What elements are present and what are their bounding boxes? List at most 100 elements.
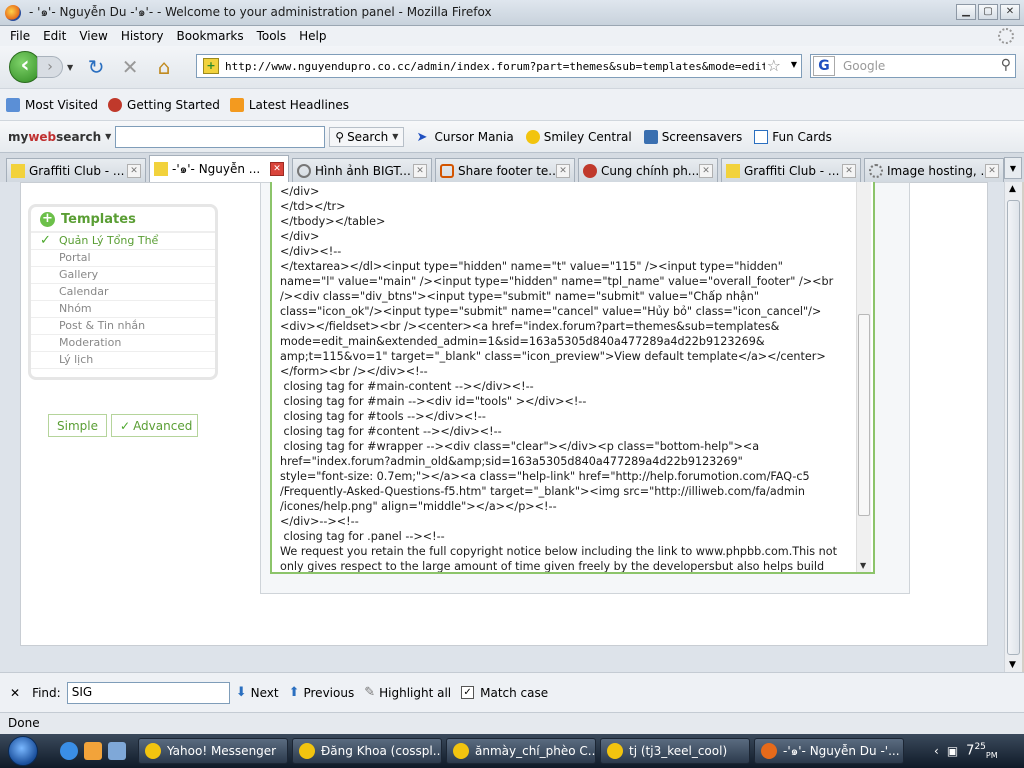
menu-help[interactable]: Help bbox=[299, 29, 326, 43]
firefox-icon bbox=[5, 4, 21, 21]
menu-item-post-tin-nhan[interactable]: Post & Tin nhắn bbox=[31, 318, 215, 335]
simple-mode-button[interactable]: Simple bbox=[48, 414, 107, 437]
menu-item-ly-lich[interactable]: Lý lịch bbox=[31, 352, 215, 369]
page-scrollbar[interactable]: ▲ ▼ bbox=[1004, 182, 1022, 672]
media-player-icon[interactable] bbox=[84, 742, 102, 760]
reload-icon[interactable]: ↻ bbox=[85, 56, 107, 78]
firefox-icon bbox=[761, 743, 777, 759]
page-scroll-thumb[interactable] bbox=[1007, 200, 1020, 655]
menu-item-calendar[interactable]: Calendar bbox=[31, 284, 215, 301]
scroll-down-icon[interactable]: ▼ bbox=[1009, 660, 1016, 670]
mywebsearch-dropdown-icon[interactable]: ▼ bbox=[105, 132, 111, 141]
fun-cards-link[interactable]: Fun Cards bbox=[754, 129, 832, 144]
menu-file[interactable]: File bbox=[10, 29, 30, 43]
menu-edit[interactable]: Edit bbox=[43, 29, 66, 43]
bookmarks-toolbar: Most Visited Getting Started Latest Head… bbox=[0, 88, 1024, 120]
task-anmay[interactable]: ănmày_chí_phèo C... bbox=[446, 738, 596, 764]
web-search-box[interactable]: G Google ⚲ bbox=[810, 54, 1016, 78]
system-tray: ‹ ▣ 725PM bbox=[928, 734, 1024, 768]
minimize-button[interactable]: ▁ bbox=[956, 4, 976, 20]
show-desktop-icon[interactable] bbox=[108, 742, 126, 760]
menu-item-gallery[interactable]: Gallery bbox=[31, 267, 215, 284]
close-find-bar-icon[interactable]: ✕ bbox=[10, 686, 20, 700]
ie-icon[interactable] bbox=[60, 742, 78, 760]
bookmark-label: Getting Started bbox=[127, 97, 220, 112]
textarea-scrollbar[interactable]: ▼ bbox=[856, 182, 871, 572]
close-tab-icon[interactable]: ✕ bbox=[270, 162, 284, 176]
close-tab-icon[interactable]: ✕ bbox=[127, 163, 141, 178]
home-icon[interactable]: ⌂ bbox=[153, 56, 175, 78]
task-tj[interactable]: tj (tj3_keel_cool) bbox=[600, 738, 750, 764]
find-next-button[interactable]: ⬇ Next bbox=[236, 685, 279, 700]
throbber-icon bbox=[998, 28, 1014, 44]
close-tab-icon[interactable]: ✕ bbox=[413, 163, 427, 178]
template-code[interactable]: </div> </td></tr> </tbody></table> </div… bbox=[272, 182, 873, 572]
menu-history[interactable]: History bbox=[121, 29, 164, 43]
close-tab-icon[interactable]: ✕ bbox=[842, 163, 856, 178]
close-tab-icon[interactable]: ✕ bbox=[699, 163, 713, 178]
match-case-checkbox[interactable]: ✓ Match case bbox=[461, 686, 548, 700]
checkbox-checked-icon[interactable]: ✓ bbox=[461, 686, 475, 699]
highlight-all-button[interactable]: ✎ Highlight all bbox=[364, 685, 451, 700]
tab-nguyen-du[interactable]: -'๑'- Nguyễn ... ✕ bbox=[149, 155, 289, 182]
loading-icon bbox=[869, 163, 883, 178]
scroll-up-icon[interactable]: ▲ bbox=[1009, 184, 1016, 194]
task-firefox[interactable]: -'๑'- Nguyễn Du -'... bbox=[754, 738, 904, 764]
tab-cung-chinh[interactable]: Cung chính ph... ✕ bbox=[578, 158, 718, 182]
tab-share-footer[interactable]: Share footer te... ✕ bbox=[435, 158, 575, 182]
scroll-down-icon[interactable]: ▼ bbox=[860, 561, 866, 570]
bookmark-latest-headlines[interactable]: Latest Headlines bbox=[229, 97, 349, 112]
task-dang-khoa[interactable]: Đăng Khoa (cosspl... bbox=[292, 738, 442, 764]
url-text[interactable]: http://www.nguyendupro.co.cc/admin/index… bbox=[225, 60, 765, 73]
find-input[interactable]: SIG bbox=[66, 681, 230, 704]
smiley-central-link[interactable]: Smiley Central bbox=[525, 129, 632, 144]
stop-icon[interactable]: ✕ bbox=[119, 56, 141, 78]
mywebsearch-input[interactable] bbox=[115, 125, 326, 148]
list-all-tabs-button[interactable]: ▼ bbox=[1004, 157, 1022, 179]
close-tab-icon[interactable]: ✕ bbox=[556, 163, 570, 178]
task-yahoo-messenger[interactable]: Yahoo! Messenger bbox=[138, 738, 288, 764]
menu-bookmarks[interactable]: Bookmarks bbox=[177, 29, 244, 43]
start-button[interactable] bbox=[0, 734, 46, 768]
url-dropdown-icon[interactable]: ▼ bbox=[791, 60, 797, 69]
textarea-scroll-thumb[interactable] bbox=[858, 314, 870, 516]
bookmark-getting-started[interactable]: Getting Started bbox=[108, 97, 220, 112]
tab-image-hosting[interactable]: Image hosting, ... ✕ bbox=[864, 158, 1004, 182]
search-icon[interactable]: ⚲ bbox=[1001, 57, 1011, 73]
close-window-button[interactable]: ✕ bbox=[1000, 4, 1020, 20]
folder-icon bbox=[6, 97, 20, 112]
tab-graffiti-club[interactable]: Graffiti Club - ... ✕ bbox=[6, 158, 146, 182]
close-tab-icon[interactable]: ✕ bbox=[985, 163, 999, 178]
menu-item-moderation[interactable]: Moderation bbox=[31, 335, 215, 352]
tab-hinh-anh[interactable]: Hình ảnh BIGT... ✕ bbox=[292, 158, 432, 182]
template-textarea[interactable]: </div> </td></tr> </tbody></table> </div… bbox=[270, 182, 875, 574]
cursor-mania-link[interactable]: ➤ Cursor Mania bbox=[416, 130, 513, 145]
find-previous-button[interactable]: ⬆ Previous bbox=[289, 685, 355, 700]
mywebsearch-search-button[interactable]: ⚲ Search ▼ bbox=[329, 126, 405, 147]
show-hidden-icons-icon[interactable]: ‹ bbox=[934, 744, 939, 758]
bookmark-star-icon[interactable]: ☆ bbox=[767, 56, 781, 75]
network-icon[interactable]: ▣ bbox=[947, 744, 958, 758]
menu-item-quan-ly-tong-the[interactable]: ✓ Quản Lý Tổng Thể bbox=[31, 233, 215, 250]
maximize-button[interactable]: ▢ bbox=[978, 4, 998, 20]
menu-item-portal[interactable]: Portal bbox=[31, 250, 215, 267]
menu-tools[interactable]: Tools bbox=[257, 29, 287, 43]
search-placeholder[interactable]: Google bbox=[843, 59, 885, 73]
bookmark-most-visited[interactable]: Most Visited bbox=[6, 97, 98, 112]
tab-graffiti-club-2[interactable]: Graffiti Club - ... ✕ bbox=[721, 158, 861, 182]
forward-button[interactable]: › bbox=[37, 56, 63, 78]
advanced-mode-button[interactable]: ✓ Advanced bbox=[111, 414, 198, 437]
windows-taskbar: Yahoo! Messenger Đăng Khoa (cosspl... ăn… bbox=[0, 734, 1024, 768]
chat-icon bbox=[299, 743, 315, 759]
screensavers-link[interactable]: Screensavers bbox=[643, 129, 742, 144]
chevron-down-icon: ▼ bbox=[392, 132, 399, 141]
url-bar[interactable]: + http://www.nguyendupro.co.cc/admin/ind… bbox=[196, 54, 802, 78]
menu-item-nhom[interactable]: Nhóm bbox=[31, 301, 215, 318]
plus-icon: + bbox=[40, 211, 55, 227]
checkmark-icon: ✓ bbox=[120, 418, 131, 433]
search-engine-icon[interactable]: G bbox=[813, 56, 835, 76]
history-dropdown-icon[interactable]: ▼ bbox=[67, 63, 73, 72]
clock[interactable]: 725PM bbox=[966, 742, 997, 760]
templates-title: Templates bbox=[61, 211, 136, 227]
menu-view[interactable]: View bbox=[79, 29, 107, 43]
